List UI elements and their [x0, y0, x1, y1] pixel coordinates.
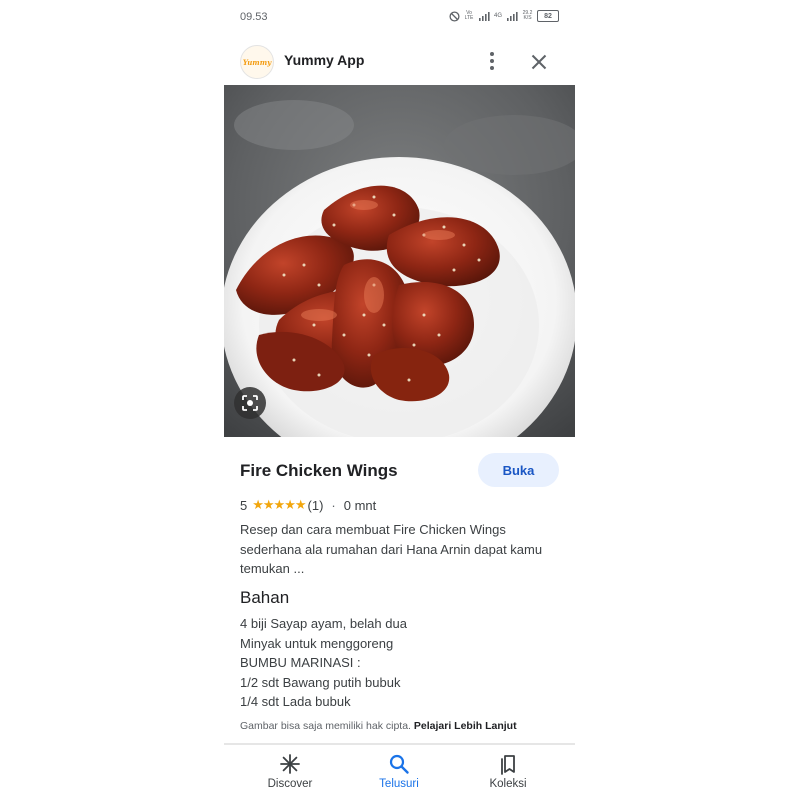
ingredient-item: 4 biji Sayap ayam, belah dua: [240, 616, 407, 631]
fire-chicken-wings-photo: [224, 85, 575, 437]
bottom-navigation: Discover Telusuri Koleksi: [224, 743, 575, 800]
app-title: Yummy App: [284, 52, 365, 68]
status-bar: 09.53 Vo LTE 4G 29.2 K/S 82: [224, 0, 575, 36]
lens-icon: [242, 395, 258, 411]
copyright-notice: Gambar bisa saja memiliki hak cipta. Pel…: [240, 720, 517, 732]
network-speed: 29.2 K/S: [522, 10, 533, 21]
separator-dot: ·: [331, 497, 336, 513]
status-time: 09.53: [240, 11, 268, 23]
close-icon[interactable]: [527, 50, 551, 74]
learn-more-link[interactable]: Pelajari Lebih Lanjut: [414, 720, 517, 732]
nav-label-discover: Discover: [267, 778, 313, 790]
app-bar: Yummy Yummy App: [224, 40, 575, 84]
ingredient-item: 1/2 sdt Bawang putih bubuk: [240, 674, 401, 690]
nav-label-koleksi: Koleksi: [489, 778, 527, 790]
volte-indicator: Vo LTE: [464, 10, 474, 21]
recipe-title: Fire Chicken Wings: [240, 461, 398, 480]
signal-icon-2: [507, 12, 518, 21]
nav-telusuri[interactable]: Telusuri: [354, 753, 444, 790]
ingredient-item: BUMBU MARINASI :: [240, 655, 361, 670]
ingredient-item: Minyak untuk menggoreng: [240, 635, 394, 651]
open-button[interactable]: Buka: [478, 453, 559, 487]
ingredient-item: 1/4 sdt Lada bubuk: [240, 694, 351, 709]
recipe-photo[interactable]: [224, 85, 575, 437]
rating-value: 5: [240, 497, 248, 513]
status-icons: Vo LTE 4G 29.2 K/S 82: [449, 10, 559, 22]
rating-count: (1): [307, 497, 324, 513]
app-logo: Yummy: [240, 45, 274, 79]
star-rating-icon: ★★★★★: [252, 497, 306, 512]
nav-koleksi[interactable]: Koleksi: [463, 753, 553, 790]
copyright-text: Gambar bisa saja memiliki hak cipta.: [240, 720, 411, 732]
bookmarks-icon: [501, 755, 515, 775]
rating-row: 5 ★★★★★ (1) · 0 mnt: [240, 497, 376, 513]
phone-screen: 09.53 Vo LTE 4G 29.2 K/S 82 Yummy Yummy …: [224, 0, 575, 800]
battery-icon: 82: [537, 10, 559, 22]
recipe-description: Resep dan cara membuat Fire Chicken Wing…: [240, 522, 543, 576]
network-type: 4G: [493, 13, 502, 19]
nav-label-telusuri: Telusuri: [379, 778, 419, 790]
nav-discover[interactable]: Discover: [245, 753, 335, 790]
do-not-disturb-icon: [449, 10, 460, 22]
signal-icon: [478, 12, 490, 21]
lens-button[interactable]: [234, 387, 266, 419]
ingredients-list: 4 biji Sayap ayam, belah dua Minyak untu…: [240, 614, 407, 712]
ingredients-heading: Bahan: [240, 588, 290, 607]
more-vert-icon[interactable]: [482, 48, 502, 74]
asterisk-icon: [280, 754, 300, 774]
search-icon: [389, 754, 409, 774]
cooking-duration: 0 mnt: [343, 497, 377, 513]
